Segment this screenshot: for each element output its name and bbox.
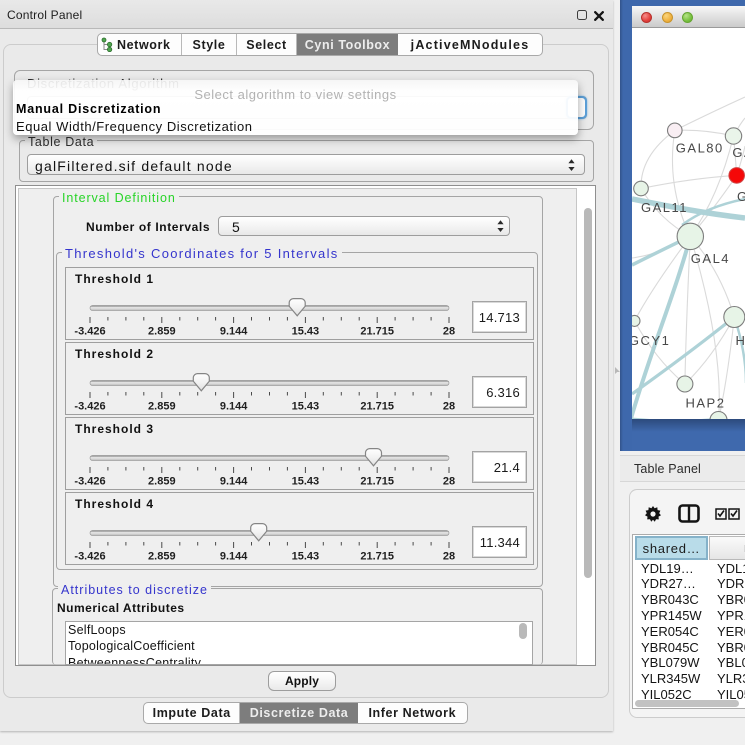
- svg-text:21.715: 21.715: [360, 551, 394, 563]
- svg-text:15.43: 15.43: [292, 326, 320, 338]
- svg-text:GCY1: GCY1: [632, 333, 670, 348]
- svg-text:9.144: 9.144: [220, 401, 248, 413]
- svg-text:21.715: 21.715: [360, 326, 394, 338]
- svg-text:2.859: 2.859: [148, 551, 176, 563]
- svg-text:GAL: GAL: [732, 145, 745, 160]
- svg-text:2.859: 2.859: [148, 476, 176, 488]
- svg-text:HAP2: HAP2: [686, 396, 726, 411]
- svg-text:GAL11: GAL11: [641, 200, 688, 215]
- svg-text:15.43: 15.43: [292, 476, 320, 488]
- svg-text:15.43: 15.43: [292, 551, 320, 563]
- svg-text:-3.426: -3.426: [74, 326, 105, 338]
- svg-text:-3.426: -3.426: [74, 401, 105, 413]
- svg-text:28: 28: [443, 401, 455, 413]
- svg-text:9.144: 9.144: [220, 326, 248, 338]
- svg-text:15.43: 15.43: [292, 401, 320, 413]
- svg-text:H: H: [736, 333, 745, 348]
- svg-text:28: 28: [443, 551, 455, 563]
- svg-text:GAL80: GAL80: [676, 141, 724, 156]
- svg-text:9.144: 9.144: [220, 551, 248, 563]
- svg-text:2.859: 2.859: [148, 326, 176, 338]
- svg-text:GA: GA: [737, 189, 745, 204]
- svg-text:-3.426: -3.426: [74, 551, 105, 563]
- svg-text:28: 28: [443, 476, 455, 488]
- svg-text:28: 28: [443, 326, 455, 338]
- svg-text:21.715: 21.715: [360, 401, 394, 413]
- svg-text:GAL4: GAL4: [691, 251, 730, 266]
- svg-text:2.859: 2.859: [148, 401, 176, 413]
- svg-text:21.715: 21.715: [360, 476, 394, 488]
- svg-text:-3.426: -3.426: [74, 476, 105, 488]
- svg-text:9.144: 9.144: [220, 476, 248, 488]
